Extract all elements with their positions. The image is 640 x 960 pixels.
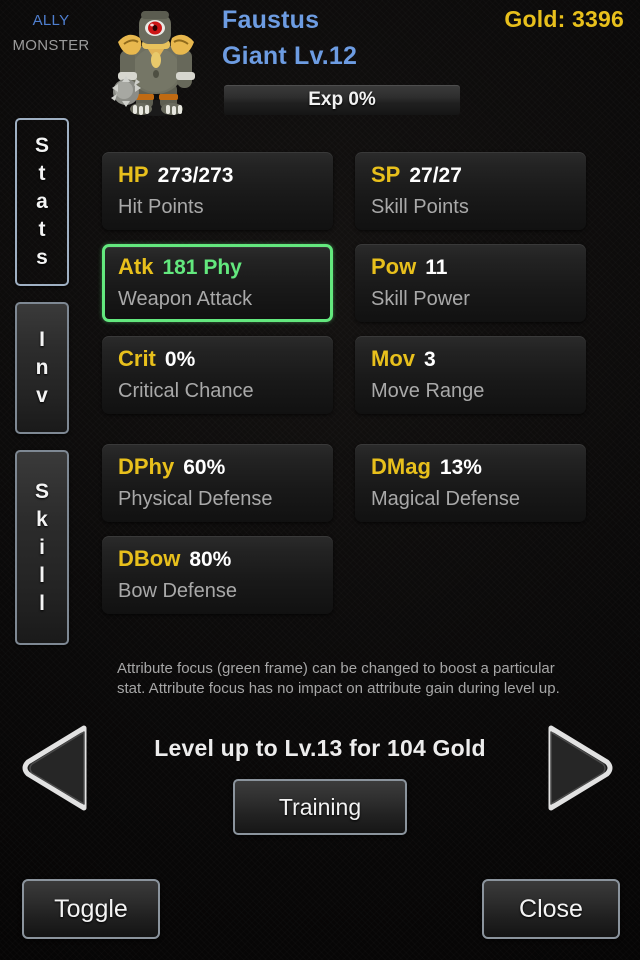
header: ALLY MONSTER Faustus Giant Lv.12 Gold: 3… (0, 0, 640, 122)
experience-bar: Exp 0% (224, 85, 460, 115)
faction-ally-label[interactable]: ALLY (8, 8, 94, 33)
tab-letter: l (39, 591, 45, 615)
stat-row: HP 273/273 Hit Points SP 27/27 Skill Point… (102, 152, 630, 230)
stat-value: 60% (183, 456, 226, 479)
stat-panel-pow[interactable]: Pow 11 Skill Power (355, 244, 586, 322)
tab-letter: s (36, 246, 48, 269)
stat-value: 181 Phy (162, 256, 242, 279)
stat-desc: Skill Power (371, 288, 470, 310)
stat-value: 11 (425, 256, 448, 279)
faction-monster-label[interactable]: MONSTER (8, 33, 94, 58)
stat-abbr: Atk (118, 254, 154, 279)
stat-top: HP 273/273 (118, 160, 333, 193)
stat-value: 273/273 (157, 164, 234, 187)
stat-panel-sp[interactable]: SP 27/27 Skill Points (355, 152, 586, 230)
stats-grid: HP 273/273 Hit Points SP 27/27 Skill Point… (102, 152, 630, 628)
character-portrait (98, 6, 210, 118)
stat-desc: Weapon Attack (118, 288, 253, 310)
tab-letter: t (38, 162, 46, 185)
attribute-focus-hint: Attribute focus (green frame) can be cha… (117, 660, 560, 697)
stat-panel-atk[interactable]: Atk 181 Phy Weapon Attack (102, 244, 333, 322)
tab-letter: v (36, 384, 48, 407)
tab-letter: t (38, 218, 46, 241)
stat-row: Atk 181 Phy Weapon Attack Pow 11 Skill Pow… (102, 244, 630, 322)
stat-desc: Critical Chance (118, 380, 254, 402)
stat-abbr: HP (118, 162, 149, 187)
sidebar-item-inv[interactable]: I n v (15, 302, 69, 434)
stat-panel-dmag[interactable]: DMag 13% Magical Defense (355, 444, 586, 522)
training-button[interactable]: Training (233, 779, 407, 835)
stat-panel-dphy[interactable]: DPhy 60% Physical Defense (102, 444, 333, 522)
experience-label: Exp 0% (308, 89, 376, 110)
stat-value: 27/27 (409, 164, 462, 187)
giant-cyclops-sprite (111, 11, 195, 116)
close-button-label: Close (519, 894, 583, 923)
stat-row: Crit 0% Critical Chance Mov 3 Move Range (102, 336, 630, 414)
stat-panel-dbow[interactable]: DBow 80% Bow Defense (102, 536, 333, 614)
stat-top: Crit 0% (118, 344, 333, 377)
character-class-level: Giant Lv.12 (222, 42, 358, 70)
stat-value: 13% (439, 456, 482, 479)
tab-letter: l (39, 563, 45, 587)
character-name: Faustus (222, 6, 320, 34)
stat-abbr: DBow (118, 546, 181, 571)
tab-letter: I (39, 328, 45, 351)
stat-desc: Magical Defense (371, 488, 520, 510)
tab-letter: k (36, 507, 48, 531)
stat-panel-crit[interactable]: Crit 0% Critical Chance (102, 336, 333, 414)
stat-row: DBow 80% Bow Defense (102, 536, 630, 614)
stat-desc: Physical Defense (118, 488, 273, 510)
stat-top: SP 27/27 (371, 160, 586, 193)
toggle-button[interactable]: Toggle (22, 879, 160, 939)
stat-abbr: DMag (371, 454, 431, 479)
stat-desc: Hit Points (118, 196, 204, 218)
stat-desc: Move Range (371, 380, 485, 402)
stat-abbr: SP (371, 162, 401, 187)
stat-desc: Bow Defense (118, 580, 237, 602)
stat-panel-mov[interactable]: Mov 3 Move Range (355, 336, 586, 414)
stat-top: Mov 3 (371, 344, 586, 377)
faction-selector: ALLY MONSTER (8, 8, 94, 58)
sidebar-tabs: S t a t s I n v S k i l l (15, 118, 71, 661)
tab-letter: n (35, 356, 49, 379)
stat-value: 3 (424, 348, 436, 371)
stat-top: DBow 80% (118, 544, 333, 577)
stat-row: DPhy 60% Physical Defense DMag 13% Magical… (102, 444, 630, 522)
sidebar-item-skill[interactable]: S k i l l (15, 450, 69, 645)
stat-abbr: Pow (371, 254, 417, 279)
stat-abbr: DPhy (118, 454, 175, 479)
stat-top: Pow 11 (371, 252, 586, 285)
training-button-label: Training (278, 793, 362, 820)
tab-letter: i (39, 535, 45, 559)
gold-amount: Gold: 3396 (504, 6, 624, 32)
stat-top: DMag 13% (371, 452, 586, 485)
close-button[interactable]: Close (482, 879, 620, 939)
stat-top: Atk 181 Phy (118, 252, 330, 285)
stat-value: 80% (189, 548, 232, 571)
stat-value: 0% (164, 348, 196, 371)
stat-desc: Skill Points (371, 196, 469, 218)
stat-abbr: Mov (371, 346, 415, 371)
levelup-cost-text: Level up to Lv.13 for 104 Gold (154, 735, 486, 761)
tab-letter: a (36, 190, 48, 213)
toggle-button-label: Toggle (54, 894, 128, 923)
character-stats-screen: ALLY MONSTER Faustus Giant Lv.12 Gold: 3… (0, 0, 640, 960)
stat-panel-hp[interactable]: HP 273/273 Hit Points (102, 152, 333, 230)
stat-abbr: Crit (118, 346, 156, 371)
sidebar-item-stats[interactable]: S t a t s (15, 118, 69, 286)
tab-letter: S (34, 134, 49, 157)
tab-letter: S (34, 479, 49, 503)
stat-top: DPhy 60% (118, 452, 333, 485)
stat-panel-placeholder (355, 536, 586, 614)
